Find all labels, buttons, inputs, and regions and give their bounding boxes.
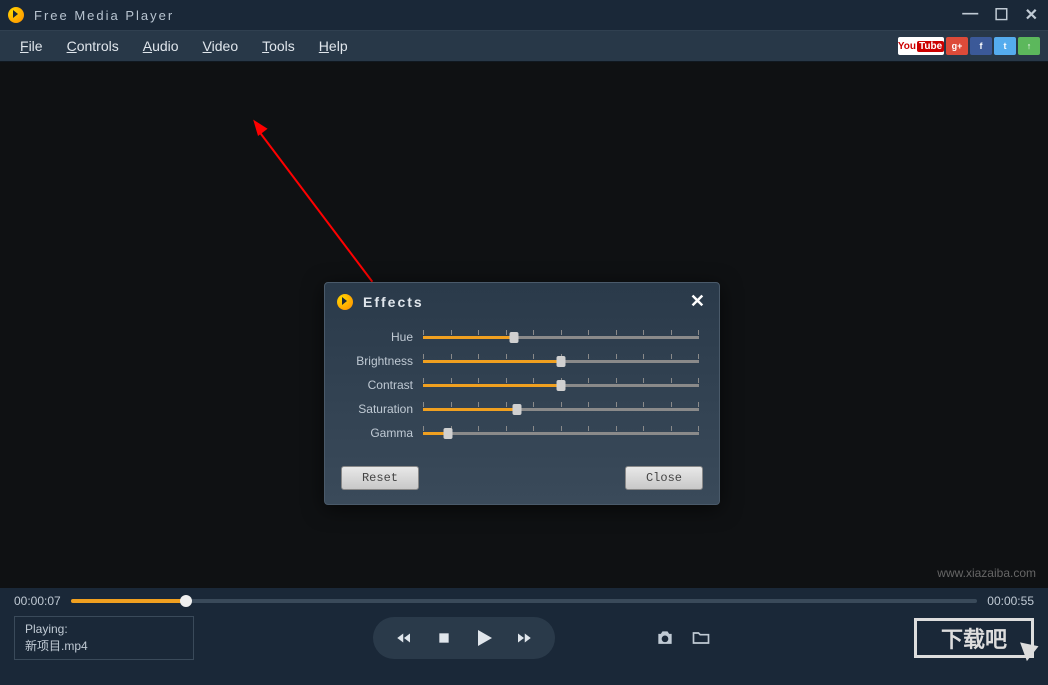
forward-button[interactable]	[509, 623, 539, 653]
menu-file[interactable]: File	[8, 34, 55, 58]
effects-close-icon[interactable]: ✕	[690, 291, 707, 312]
facebook-icon[interactable]: f	[970, 37, 992, 55]
progress-thumb[interactable]	[180, 595, 192, 607]
maximize-button[interactable]: ☐	[994, 5, 1010, 25]
time-current: 00:00:07	[14, 594, 61, 608]
watermark-text: www.xiazaiba.com	[937, 566, 1036, 580]
app-logo-icon	[8, 7, 24, 23]
extra-controls	[654, 628, 712, 648]
saturation-slider[interactable]	[423, 402, 699, 416]
close-window-button[interactable]: ✕	[1025, 5, 1040, 25]
saturation-label: Saturation	[345, 402, 423, 416]
time-total: 00:00:55	[987, 594, 1034, 608]
menu-help[interactable]: Help	[307, 34, 360, 58]
progress-bar[interactable]	[71, 599, 978, 603]
effects-dialog: Effects ✕ Hue Brightness Contrast	[324, 282, 720, 505]
hue-slider[interactable]	[423, 330, 699, 344]
player-controls	[373, 617, 555, 659]
rewind-button[interactable]	[389, 623, 419, 653]
hue-label: Hue	[345, 330, 423, 344]
menu-audio[interactable]: Audio	[131, 34, 191, 58]
reset-button[interactable]: Reset	[341, 466, 419, 490]
brightness-label: Brightness	[345, 354, 423, 368]
slider-brightness: Brightness	[345, 354, 699, 368]
youtube-icon[interactable]: YouTube	[898, 37, 944, 55]
upload-icon[interactable]: ↑	[1018, 37, 1040, 55]
contrast-slider[interactable]	[423, 378, 699, 392]
menu-tools[interactable]: Tools	[250, 34, 307, 58]
googleplus-icon[interactable]: g+	[946, 37, 968, 55]
slider-gamma: Gamma	[345, 426, 699, 440]
titlebar: Free Media Player — ☐ ✕	[0, 0, 1048, 30]
contrast-label: Contrast	[345, 378, 423, 392]
stop-button[interactable]	[429, 623, 459, 653]
twitter-icon[interactable]: t	[994, 37, 1016, 55]
playing-label: Playing:	[25, 621, 183, 638]
brightness-slider[interactable]	[423, 354, 699, 368]
snapshot-icon[interactable]	[654, 628, 676, 648]
play-button[interactable]	[469, 623, 499, 653]
window-controls: — ☐ ✕	[962, 5, 1040, 25]
minimize-button[interactable]: —	[962, 5, 980, 25]
nowplaying-box: Playing: 新项目.mp4	[14, 616, 194, 660]
open-folder-icon[interactable]	[690, 628, 712, 648]
slider-contrast: Contrast	[345, 378, 699, 392]
app-title: Free Media Player	[34, 8, 174, 23]
slider-saturation: Saturation	[345, 402, 699, 416]
playing-filename: 新项目.mp4	[25, 638, 183, 655]
download-badge[interactable]: 下载吧	[914, 618, 1034, 658]
effects-dialog-title: Effects ✕	[325, 283, 719, 320]
menu-controls[interactable]: Controls	[55, 34, 131, 58]
video-area[interactable]: Le ed www.xiazaiba.com Effects ✕ Hue	[0, 62, 1048, 588]
menubar: File Controls Audio Video Tools Help You…	[0, 30, 1048, 62]
menu-video[interactable]: Video	[191, 34, 251, 58]
gamma-slider[interactable]	[423, 426, 699, 440]
slider-hue: Hue	[345, 330, 699, 344]
bottombar: 00:00:07 00:00:55 Playing: 新项目.mp4 下载吧	[0, 588, 1048, 670]
close-button[interactable]: Close	[625, 466, 703, 490]
social-icons: YouTube g+ f t ↑	[898, 37, 1040, 55]
dialog-logo-icon	[337, 294, 353, 310]
gamma-label: Gamma	[345, 426, 423, 440]
